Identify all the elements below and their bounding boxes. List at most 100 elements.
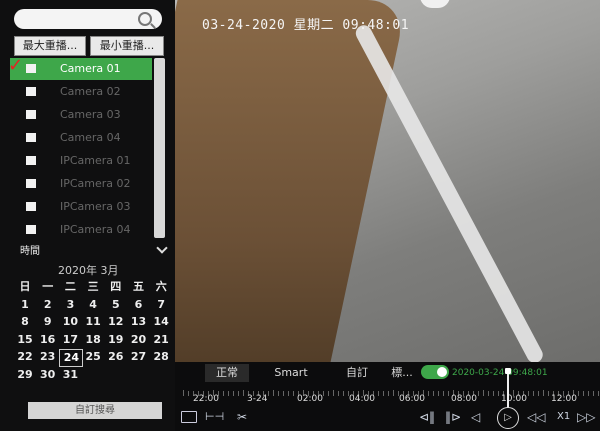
camera-item[interactable]: Camera 04 bbox=[10, 127, 152, 149]
calendar-day[interactable]: 30 bbox=[37, 367, 59, 383]
checkbox[interactable] bbox=[26, 156, 36, 165]
calendar-day[interactable]: 17 bbox=[59, 332, 81, 348]
calendar-day[interactable]: 4 bbox=[82, 297, 104, 313]
calendar-day[interactable]: 18 bbox=[82, 332, 104, 348]
camera-item[interactable]: IPCamera 02 bbox=[10, 173, 152, 195]
checkbox[interactable] bbox=[26, 202, 36, 211]
timeline-tick bbox=[443, 391, 444, 396]
camera-item[interactable]: Camera 03 bbox=[10, 104, 152, 126]
checkbox[interactable] bbox=[26, 225, 36, 234]
timeline-label: 10:00 bbox=[501, 394, 527, 404]
video-band-shape bbox=[353, 22, 546, 362]
timeline-toggle[interactable] bbox=[421, 365, 449, 379]
camera-item[interactable]: IPCamera 03 bbox=[10, 196, 152, 218]
calendar-day[interactable]: 5 bbox=[105, 297, 127, 313]
camera-item[interactable]: IPCamera 04 bbox=[10, 219, 152, 241]
timeline-tick bbox=[428, 391, 429, 396]
calendar-day[interactable]: 28 bbox=[150, 349, 172, 365]
clip-icon[interactable]: ⊢⊣ bbox=[205, 408, 224, 426]
calendar-day[interactable]: 16 bbox=[37, 332, 59, 348]
calendar-day[interactable]: 23 bbox=[37, 349, 59, 365]
calendar-day[interactable]: 8 bbox=[14, 314, 36, 330]
timeline-ticks[interactable] bbox=[175, 390, 600, 396]
timeline-tick bbox=[543, 390, 544, 396]
calendar-day[interactable]: 20 bbox=[128, 332, 150, 348]
timeline-tick bbox=[183, 390, 184, 396]
timeline-label: 08:00 bbox=[451, 394, 477, 404]
video-view[interactable] bbox=[175, 0, 600, 362]
timeline-tick bbox=[268, 391, 269, 396]
checkbox[interactable] bbox=[26, 87, 36, 96]
timeline-tick bbox=[393, 390, 394, 396]
timeline-tick bbox=[273, 390, 274, 396]
timeline-tick bbox=[483, 390, 484, 396]
calendar-day[interactable]: 14 bbox=[150, 314, 172, 330]
calendar-day[interactable]: 10 bbox=[59, 314, 81, 330]
calendar-day[interactable]: 7 bbox=[150, 297, 172, 313]
calendar-day[interactable]: 27 bbox=[128, 349, 150, 365]
calendar-day[interactable]: 26 bbox=[105, 349, 127, 365]
timeline-cursor[interactable] bbox=[507, 370, 509, 408]
calendar-day[interactable]: 19 bbox=[105, 332, 127, 348]
check-mark-icon: ✓ bbox=[8, 55, 24, 76]
tab-custom[interactable]: 自訂 bbox=[337, 364, 377, 382]
tab-tag[interactable]: 標... bbox=[387, 364, 417, 382]
calendar-day[interactable]: 3 bbox=[59, 297, 81, 313]
left-panel: 最大重播... 最小重播... Camera 01 Camera 02 Came… bbox=[0, 0, 175, 431]
camera-item[interactable]: Camera 01 bbox=[10, 58, 152, 80]
checkbox[interactable] bbox=[26, 133, 36, 142]
checkbox[interactable] bbox=[26, 64, 36, 73]
checkbox[interactable] bbox=[26, 179, 36, 188]
calendar-weekday: 五 bbox=[133, 280, 144, 293]
timeline-label: 06:00 bbox=[399, 394, 425, 404]
video-osd-timestamp: 03-24-2020 星期二 09:48:01 bbox=[202, 18, 410, 33]
reverse-button[interactable]: ◁ bbox=[471, 408, 480, 426]
calendar-day[interactable]: 31 bbox=[59, 367, 81, 383]
camera-item[interactable]: IPCamera 01 bbox=[10, 150, 152, 172]
search-input[interactable] bbox=[14, 9, 162, 29]
timeline-tick bbox=[188, 391, 189, 396]
calendar-day[interactable]: 11 bbox=[82, 314, 104, 330]
timeline-tick bbox=[528, 391, 529, 396]
calendar-day[interactable]: 2 bbox=[37, 297, 59, 313]
camera-item[interactable]: Camera 02 bbox=[10, 81, 152, 103]
max-replay-button[interactable]: 最大重播... bbox=[14, 36, 86, 56]
chevron-down-icon[interactable] bbox=[156, 242, 168, 254]
checkbox[interactable] bbox=[26, 110, 36, 119]
min-replay-button[interactable]: 最小重播... bbox=[90, 36, 164, 56]
search-icon[interactable] bbox=[138, 12, 152, 26]
speed-label: X1 bbox=[557, 411, 571, 422]
timeline-tick bbox=[583, 391, 584, 396]
calendar-weekday: 四 bbox=[110, 280, 122, 293]
camera-list-scrollbar[interactable] bbox=[154, 58, 165, 238]
calendar-day[interactable]: 15 bbox=[14, 332, 36, 348]
calendar-weekday: 一 bbox=[42, 280, 54, 293]
frame-back-button[interactable]: ⊲‖ bbox=[419, 408, 435, 426]
frame-forward-button[interactable]: ‖⊳ bbox=[445, 408, 461, 426]
timeline-tick bbox=[548, 391, 549, 396]
calendar-day[interactable]: 25 bbox=[82, 349, 104, 365]
play-button[interactable]: ▷ bbox=[497, 407, 519, 429]
calendar-day[interactable]: 13 bbox=[128, 314, 150, 330]
timeline-label: 22:00 bbox=[193, 394, 219, 404]
calendar-day[interactable]: 29 bbox=[14, 367, 36, 383]
slow-button[interactable]: ◁◁ bbox=[527, 408, 545, 426]
fast-button[interactable]: ▷▷ bbox=[577, 408, 595, 426]
calendar-day[interactable]: 9 bbox=[37, 314, 59, 330]
tab-smart[interactable]: Smart bbox=[267, 364, 315, 382]
timeline-cursor-handle[interactable] bbox=[505, 368, 511, 374]
timeline-tick bbox=[293, 391, 294, 396]
timeline-tick bbox=[328, 391, 329, 396]
calendar-day[interactable]: 6 bbox=[128, 297, 150, 313]
custom-search-button[interactable]: 自訂搜尋 bbox=[28, 402, 162, 419]
calendar-day[interactable]: 21 bbox=[150, 332, 172, 348]
timeline-tick bbox=[433, 391, 434, 396]
calendar-day[interactable]: 12 bbox=[105, 314, 127, 330]
scissors-icon[interactable]: ✂ bbox=[237, 408, 247, 426]
calendar-day[interactable]: 22 bbox=[14, 349, 36, 365]
timeline-tick bbox=[488, 391, 489, 396]
folder-icon[interactable] bbox=[181, 411, 197, 423]
calendar-day[interactable]: 1 bbox=[14, 297, 36, 313]
calendar-day-today[interactable]: 24 bbox=[59, 349, 84, 367]
tab-normal[interactable]: 正常 bbox=[205, 364, 249, 382]
